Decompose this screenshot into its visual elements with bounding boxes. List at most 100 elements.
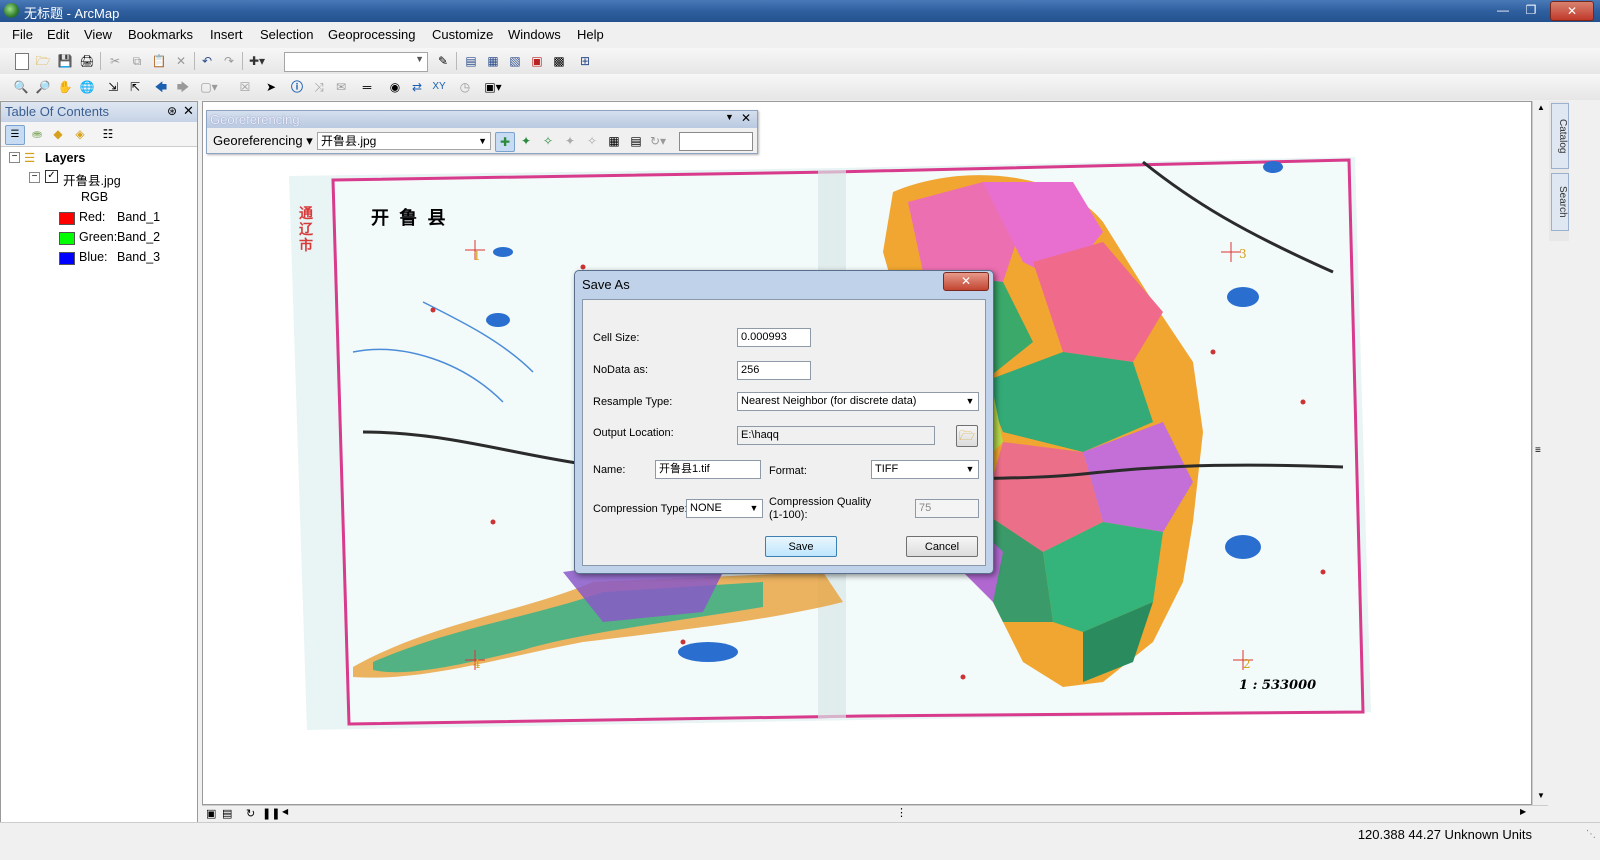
- pause-drawing-icon[interactable]: ❚❚: [262, 807, 280, 820]
- browse-folder-button[interactable]: 🗁: [956, 425, 978, 447]
- print-icon[interactable]: 🖨: [78, 52, 96, 70]
- zoom-out-icon[interactable]: 🔎: [34, 78, 52, 96]
- zoom-to-selected-link-icon[interactable]: ✧: [583, 132, 601, 150]
- search-window-icon[interactable]: ▧: [506, 52, 524, 70]
- save-button[interactable]: Save: [765, 536, 837, 557]
- catalog-tab[interactable]: Catalog: [1551, 103, 1569, 169]
- cut-icon[interactable]: ✂: [106, 52, 124, 70]
- identify-icon[interactable]: ⓘ: [288, 78, 306, 96]
- menu-customize[interactable]: Customize: [432, 27, 493, 42]
- clear-selection-icon[interactable]: ☒: [236, 78, 254, 96]
- cell-size-input[interactable]: 0.000993: [737, 328, 811, 347]
- layer-name[interactable]: 开鲁县.jpg: [63, 170, 121, 189]
- horizontal-scrollbar[interactable]: ▣ ▤ ↻ ❚❚ ◀ ⋮ ▶: [202, 805, 1548, 822]
- find-icon[interactable]: ◉: [386, 78, 404, 96]
- fixed-zoom-out-icon[interactable]: ⇱: [126, 78, 144, 96]
- hyperlink-icon[interactable]: ✉: [332, 78, 350, 96]
- toc-close-icon[interactable]: ✕: [183, 103, 194, 119]
- viewer-window-icon[interactable]: ▣▾: [484, 78, 502, 96]
- format-select[interactable]: TIFF ▼: [871, 460, 979, 479]
- paste-icon[interactable]: 📋: [150, 52, 168, 70]
- refresh-icon[interactable]: ↻: [246, 807, 255, 820]
- scroll-up-icon[interactable]: ▲: [1537, 103, 1545, 112]
- full-extent-icon[interactable]: 🌐: [78, 78, 96, 96]
- scroll-right-icon[interactable]: ▶: [1520, 807, 1526, 816]
- list-by-source-icon[interactable]: ⛂: [28, 125, 46, 143]
- go-to-xy-icon[interactable]: XY: [430, 78, 448, 96]
- close-button[interactable]: ✕: [1550, 1, 1594, 21]
- compression-type-select[interactable]: NONE ▼: [686, 499, 763, 518]
- scroll-down-icon[interactable]: ▼: [1537, 791, 1545, 800]
- vertical-scrollbar[interactable]: ▲ ≡ ▼: [1532, 101, 1549, 805]
- layers-root-label[interactable]: Layers: [45, 151, 85, 165]
- cancel-button[interactable]: Cancel: [906, 536, 978, 557]
- minimize-button[interactable]: —: [1490, 1, 1516, 19]
- menu-edit[interactable]: Edit: [47, 27, 69, 42]
- modelbuilder-icon[interactable]: ⊞: [576, 52, 594, 70]
- georef-input-field[interactable]: [679, 132, 753, 151]
- data-view-icon[interactable]: ▣: [206, 807, 216, 820]
- restore-button[interactable]: ❐: [1518, 1, 1544, 19]
- layout-view-icon[interactable]: ▤: [222, 807, 232, 820]
- redo-icon[interactable]: ↷: [220, 52, 238, 70]
- fixed-zoom-in-icon[interactable]: ⇲: [104, 78, 122, 96]
- table-of-contents-icon[interactable]: ▤: [462, 52, 480, 70]
- map-scale-combo[interactable]: ▼: [284, 52, 428, 72]
- resize-grip-icon[interactable]: ⋱: [1586, 829, 1596, 840]
- catalog-window-icon[interactable]: ▦: [484, 52, 502, 70]
- menu-file[interactable]: File: [12, 27, 33, 42]
- select-elements-icon[interactable]: ➤: [262, 78, 280, 96]
- name-input[interactable]: 开鲁县1.tif: [655, 460, 761, 479]
- list-by-visibility-icon[interactable]: ◆: [49, 125, 67, 143]
- python-window-icon[interactable]: ▩: [550, 52, 568, 70]
- rectify-icon[interactable]: ✧: [539, 132, 557, 150]
- menu-view[interactable]: View: [84, 27, 112, 42]
- menu-bookmarks[interactable]: Bookmarks: [128, 27, 193, 42]
- rotate-icon[interactable]: ↻▾: [649, 132, 667, 150]
- open-folder-icon[interactable]: 🗁: [34, 52, 52, 70]
- georef-layer-select[interactable]: 开鲁县.jpg ▼: [317, 132, 491, 150]
- collapse-layer-icon[interactable]: −: [29, 172, 40, 183]
- list-by-drawing-order-icon[interactable]: ☰: [5, 125, 25, 145]
- find-route-icon[interactable]: ⇄: [408, 78, 426, 96]
- update-georeferencing-icon[interactable]: ✦: [517, 132, 535, 150]
- html-popup-icon[interactable]: ⤨: [310, 78, 328, 96]
- pan-icon[interactable]: ✋: [56, 78, 74, 96]
- time-slider-icon[interactable]: ◷: [456, 78, 474, 96]
- delete-icon[interactable]: ✕: [172, 52, 190, 70]
- georeferencing-menu[interactable]: Georeferencing ▾: [213, 133, 313, 149]
- menu-windows[interactable]: Windows: [508, 27, 561, 42]
- back-extent-icon[interactable]: 🡄: [152, 78, 170, 96]
- search-tab[interactable]: Search: [1551, 173, 1569, 231]
- georef-close-icon[interactable]: ✕: [741, 111, 751, 125]
- menu-help[interactable]: Help: [577, 27, 604, 42]
- collapse-layers-icon[interactable]: −: [9, 152, 20, 163]
- measure-icon[interactable]: ═: [358, 78, 376, 96]
- select-features-icon[interactable]: ▢▾: [200, 78, 218, 96]
- copy-icon[interactable]: ⧉: [128, 52, 146, 70]
- select-link-icon[interactable]: ✦: [561, 132, 579, 150]
- new-document-icon[interactable]: [12, 52, 30, 70]
- compression-quality-input[interactable]: 75: [915, 499, 979, 518]
- scroll-left-icon[interactable]: ◀: [282, 807, 288, 816]
- list-by-selection-icon[interactable]: ◈: [71, 125, 89, 143]
- scroll-thumb-grip-icon[interactable]: ≡: [1535, 445, 1541, 456]
- output-location-field[interactable]: E:\haqq: [737, 426, 935, 445]
- toc-options-icon[interactable]: ☷: [99, 125, 117, 143]
- link-table-icon[interactable]: ▤: [627, 132, 645, 150]
- menu-selection[interactable]: Selection: [260, 27, 313, 42]
- nodata-input[interactable]: 256: [737, 361, 811, 380]
- add-data-icon[interactable]: ✚▾: [248, 52, 266, 70]
- resample-type-select[interactable]: Nearest Neighbor (for discrete data) ▼: [737, 392, 979, 411]
- add-control-points-icon[interactable]: ✚: [495, 132, 515, 152]
- layer-visibility-checkbox[interactable]: ✓: [45, 170, 58, 183]
- pin-icon[interactable]: ⊛: [167, 104, 177, 118]
- menu-insert[interactable]: Insert: [210, 27, 243, 42]
- dialog-close-button[interactable]: ✕: [943, 272, 989, 291]
- georef-titlebar[interactable]: Georeferencing ▼ ✕: [207, 111, 757, 128]
- forward-extent-icon[interactable]: 🡆: [174, 78, 192, 96]
- hscroll-thumb-grip-icon[interactable]: ⋮: [896, 806, 907, 819]
- menu-geoprocessing[interactable]: Geoprocessing: [328, 27, 415, 42]
- undo-icon[interactable]: ↶: [198, 52, 216, 70]
- save-icon[interactable]: 💾: [56, 52, 74, 70]
